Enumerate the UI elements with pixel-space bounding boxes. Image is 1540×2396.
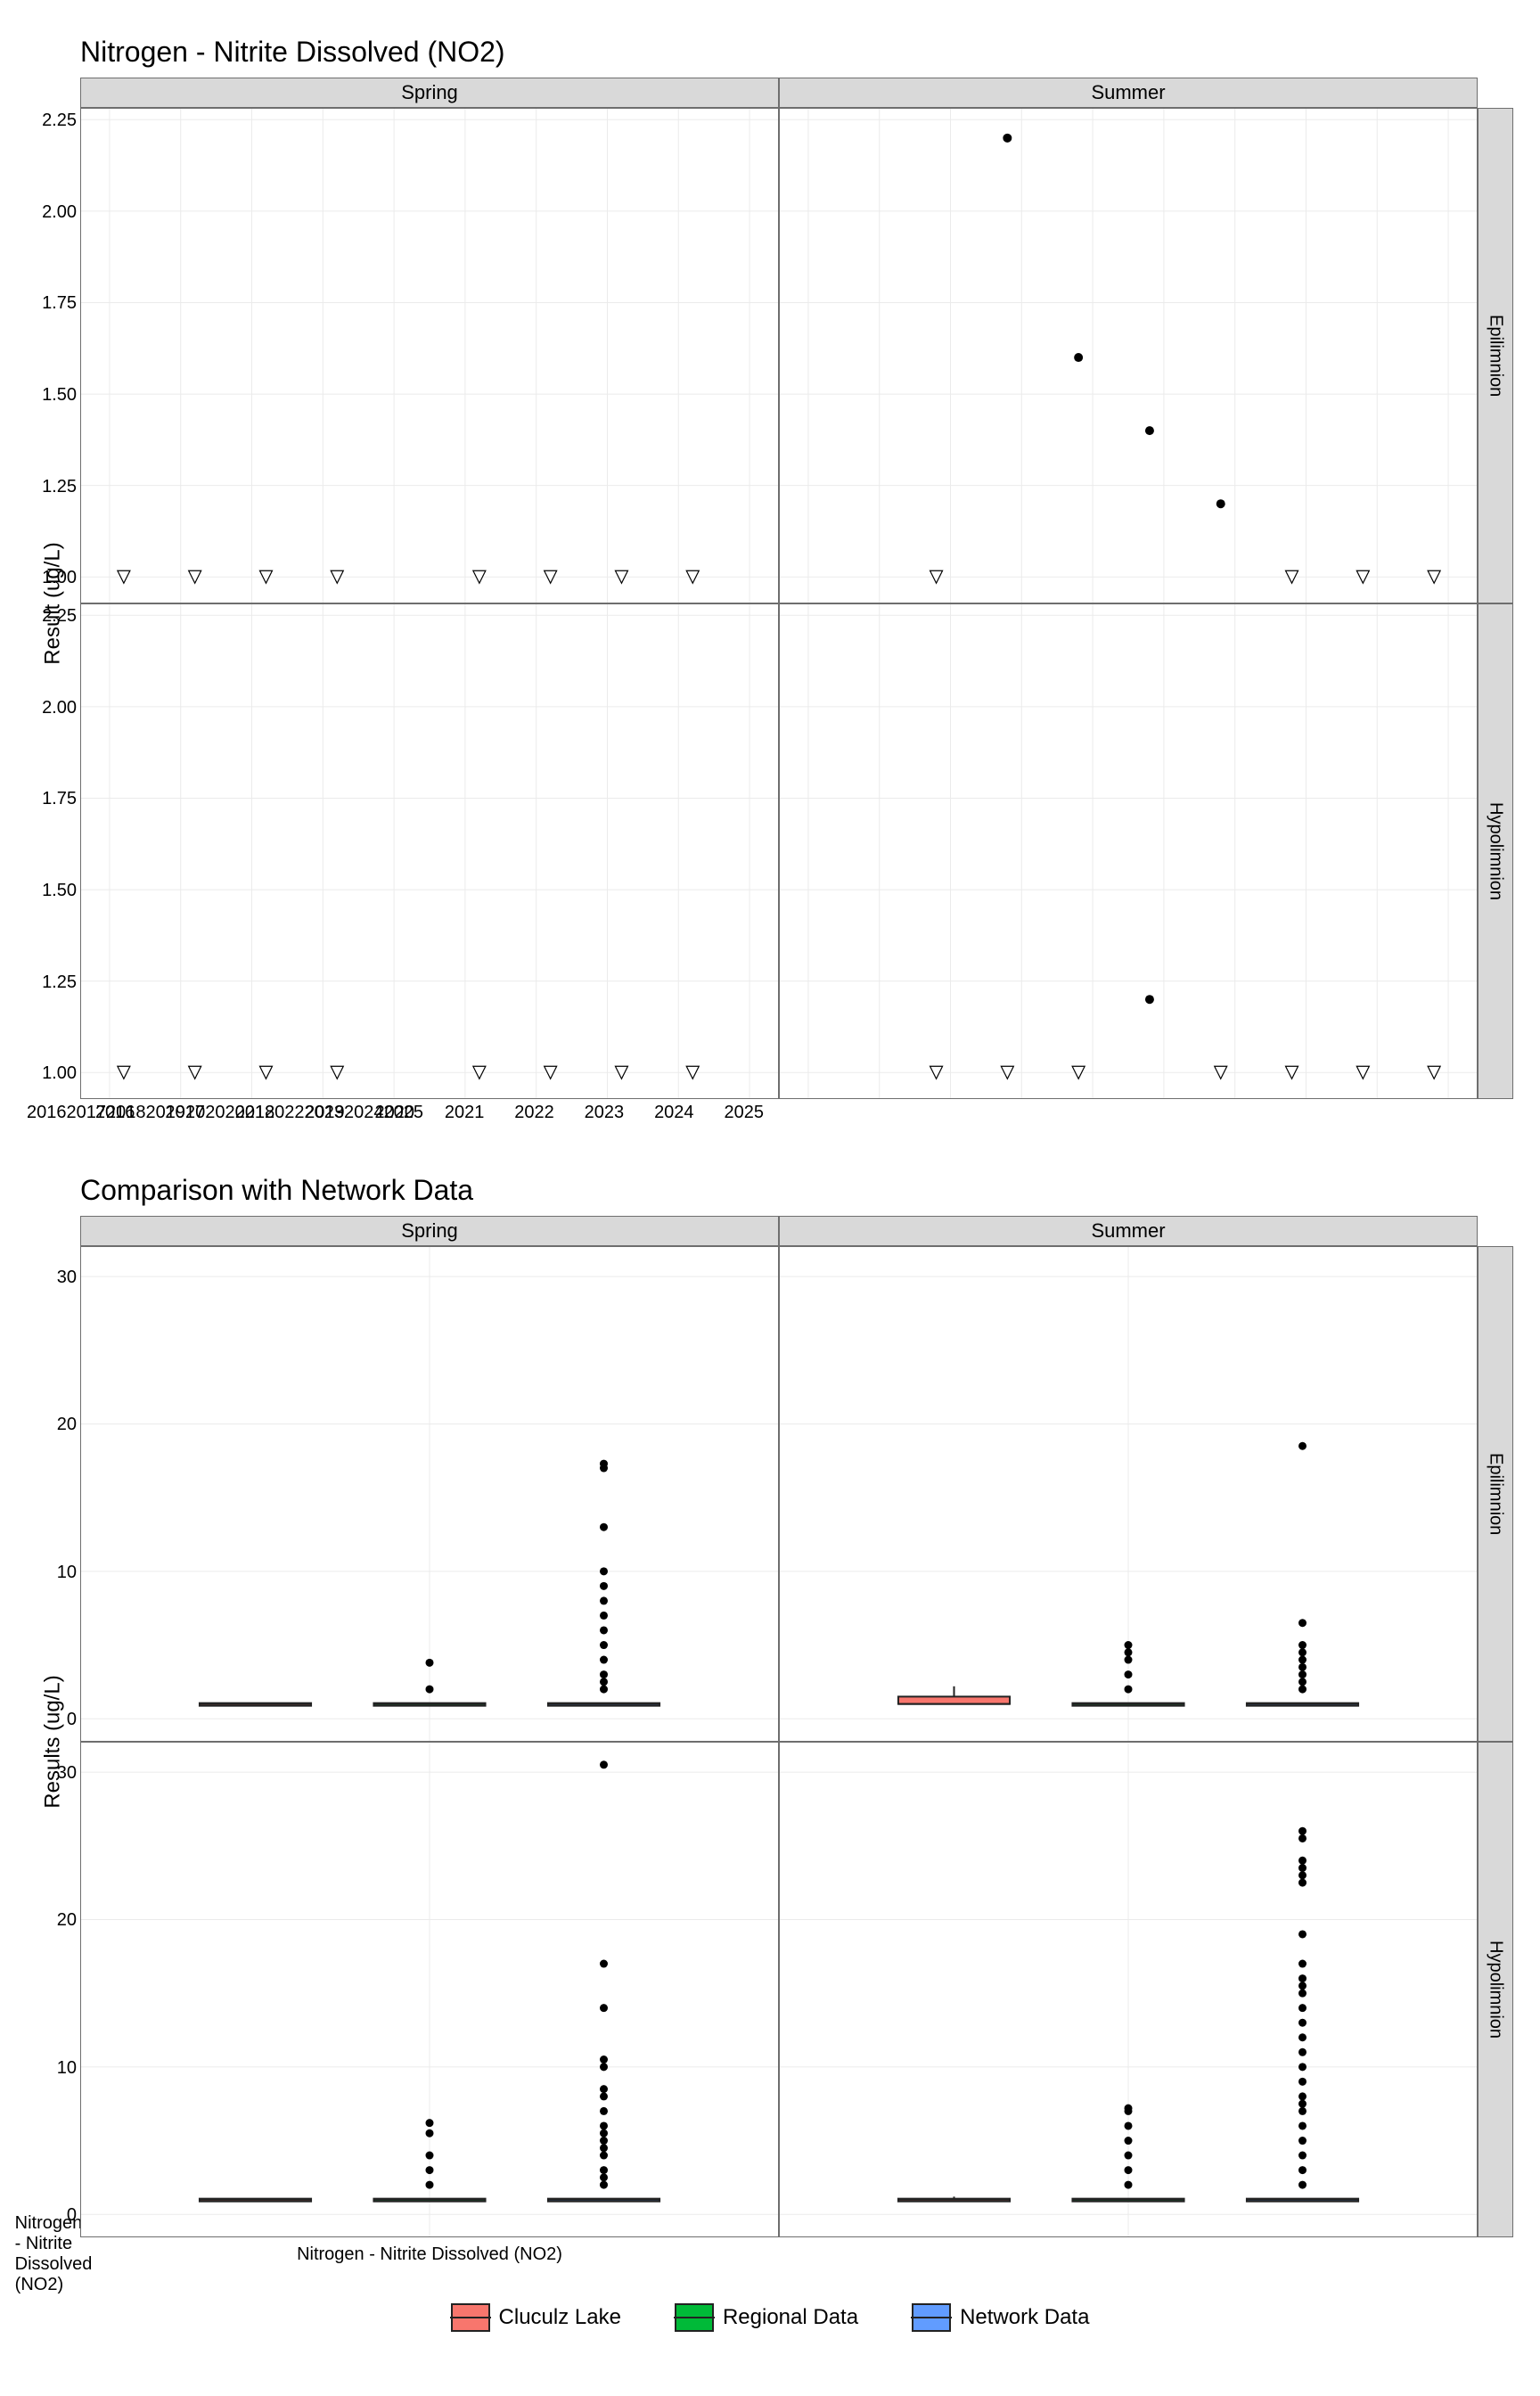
boxpanel-spring-epi: 0102030 (80, 1246, 779, 1742)
strip-epi2: Epilimnion (1478, 1246, 1513, 1742)
legend-swatch (912, 2303, 951, 2332)
chart2-xaxis-right: Nitrogen - Nitrite Dissolved (NO2) (80, 2237, 779, 2268)
chart2-ylabel: Results (ug/L) (27, 1246, 80, 2237)
chart1-title: Nitrogen - Nitrite Dissolved (NO2) (80, 36, 1513, 69)
legend-swatch (675, 2303, 714, 2332)
chart2-grid: Spring Summer Results (ug/L) 0102030 Epi… (27, 1216, 1513, 2268)
strip-hypo2: Hypolimnion (1478, 1742, 1513, 2237)
figure-boxplot: Comparison with Network Data Spring Summ… (0, 1138, 1540, 2277)
strip-hypo: Hypolimnion (1478, 603, 1513, 1099)
chart1-ylabel: Result (ug/L) (27, 108, 80, 1099)
chart1-xaxis-left: 2016201720182019202020212022202320242025 (27, 1099, 80, 1129)
chart2-title: Comparison with Network Data (80, 1174, 1513, 1207)
legend-item-regional: Regional Data (675, 2303, 858, 2332)
strip-spring2: Spring (80, 1216, 779, 1246)
panel-spring-epi: 1.001.251.501.752.002.25 (80, 108, 779, 603)
legend-item-cluculz: Cluculz Lake (451, 2303, 621, 2332)
chart2-xaxis-left: Nitrogen - Nitrite Dissolved (NO2) (27, 2237, 80, 2268)
boxpanel-summer-epi (779, 1246, 1478, 1742)
chart1-xaxis-right: 2016201720182019202020212022202320242025 (80, 1099, 779, 1129)
chart1-grid: Spring Summer Result (ug/L) 1.001.251.50… (27, 78, 1513, 1129)
strip-spring: Spring (80, 78, 779, 108)
panel-summer-hypo (779, 603, 1478, 1099)
figure-scatter: Nitrogen - Nitrite Dissolved (NO2) Sprin… (0, 0, 1540, 1138)
strip-epi: Epilimnion (1478, 108, 1513, 603)
boxpanel-summer-hypo (779, 1742, 1478, 2237)
panel-summer-epi (779, 108, 1478, 603)
legend-swatch (451, 2303, 490, 2332)
legend-item-network: Network Data (912, 2303, 1089, 2332)
strip-summer: Summer (779, 78, 1478, 108)
strip-summer2: Summer (779, 1216, 1478, 1246)
panel-spring-hypo: 1.001.251.501.752.002.25 (80, 603, 779, 1099)
boxpanel-spring-hypo: 0102030 (80, 1742, 779, 2237)
legend: Cluculz Lake Regional Data Network Data (0, 2277, 1540, 2376)
